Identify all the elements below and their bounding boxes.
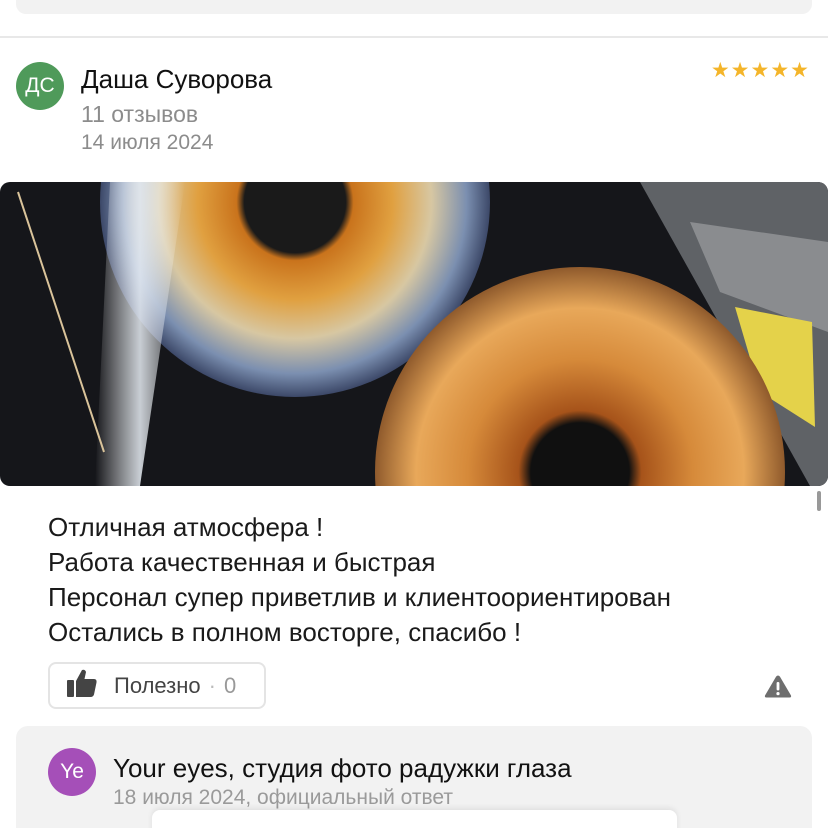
author-avatar[interactable]: ДС	[16, 62, 64, 110]
useful-button[interactable]: Полезно · 0	[48, 662, 266, 709]
bottom-sheet-edge	[152, 810, 677, 828]
rating-stars: ★★★★★	[710, 59, 810, 82]
divider	[0, 36, 828, 38]
review-text: Отличная атмосфера ! Работа качественная…	[48, 510, 671, 650]
review-text-line: Работа качественная и быстрая	[48, 547, 436, 577]
business-name[interactable]: Your eyes, студия фото радужки глаза	[113, 753, 572, 784]
answer-meta: 18 июля 2024, официальный ответ	[113, 786, 453, 809]
previous-review-card	[16, 0, 812, 14]
author-reviews-count: 11 отзывов	[81, 101, 199, 127]
warning-icon	[764, 675, 792, 703]
review-date: 14 июля 2024	[81, 131, 214, 154]
review-text-line: Остались в полном восторге, спасибо !	[48, 617, 522, 647]
useful-label: Полезно	[114, 672, 201, 698]
report-button[interactable]	[764, 674, 792, 704]
scrollbar[interactable]	[817, 491, 821, 511]
author-name[interactable]: Даша Суворова	[81, 64, 272, 95]
review-photo[interactable]	[0, 182, 828, 486]
useful-separator: ·	[208, 672, 216, 698]
review-text-line: Персонал супер приветлив и клиентоориент…	[48, 582, 671, 612]
thumbs-up-icon	[66, 668, 98, 703]
business-avatar[interactable]: Ye	[48, 748, 96, 796]
review-text-line: Отличная атмосфера !	[48, 512, 324, 542]
useful-count: 0	[223, 672, 237, 698]
